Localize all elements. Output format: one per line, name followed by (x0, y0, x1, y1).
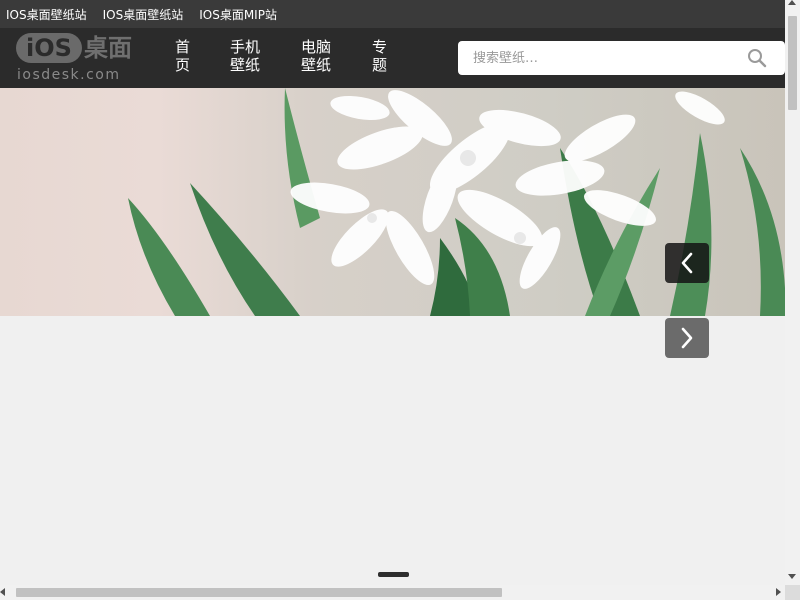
horizontal-scroll-thumb[interactable] (16, 588, 502, 597)
logo-title: 桌面 (84, 34, 132, 62)
logo-domain: iosdesk.com (17, 67, 121, 83)
scroll-up-icon[interactable] (788, 0, 796, 5)
search-box (458, 41, 785, 75)
pagination-dot-active[interactable] (378, 572, 409, 577)
site-header: iOS 桌面 iosdesk.com 首页 手机壁纸 电脑壁纸 专题 (0, 28, 785, 88)
page: IOS桌面壁纸站 IOS桌面壁纸站 IOS桌面MIP站 iOS 桌面 iosde… (0, 0, 785, 585)
banner-next-button[interactable] (665, 318, 709, 358)
site-logo[interactable]: iOS 桌面 iosdesk.com (16, 30, 140, 86)
search-icon[interactable] (747, 48, 767, 68)
banner-pagination (378, 572, 409, 577)
vertical-scroll-thumb[interactable] (788, 16, 797, 110)
logo-badge: iOS (16, 33, 82, 63)
banner-prev-button[interactable] (665, 243, 709, 283)
nav-item-pc-wallpaper[interactable]: 电脑壁纸 (301, 28, 341, 74)
top-link-2[interactable]: IOS桌面壁纸站 (103, 6, 184, 23)
nav-item-home[interactable]: 首页 (175, 28, 195, 74)
top-link-1[interactable]: IOS桌面壁纸站 (6, 6, 87, 23)
search-input[interactable] (458, 41, 728, 75)
top-links-bar: IOS桌面壁纸站 IOS桌面壁纸站 IOS桌面MIP站 (0, 0, 785, 28)
nav-item-phone-wallpaper[interactable]: 手机壁纸 (230, 28, 270, 74)
scroll-left-icon[interactable] (0, 588, 5, 596)
scroll-down-icon[interactable] (788, 574, 796, 579)
chevron-left-icon (681, 252, 693, 274)
scrollbar-corner (785, 585, 800, 600)
chevron-right-icon (681, 327, 693, 349)
scroll-right-icon[interactable] (776, 588, 781, 596)
top-link-3[interactable]: IOS桌面MIP站 (199, 6, 277, 23)
nav-item-topics[interactable]: 专题 (372, 28, 392, 74)
horizontal-scrollbar[interactable] (0, 585, 785, 600)
vertical-scrollbar[interactable] (785, 0, 800, 585)
